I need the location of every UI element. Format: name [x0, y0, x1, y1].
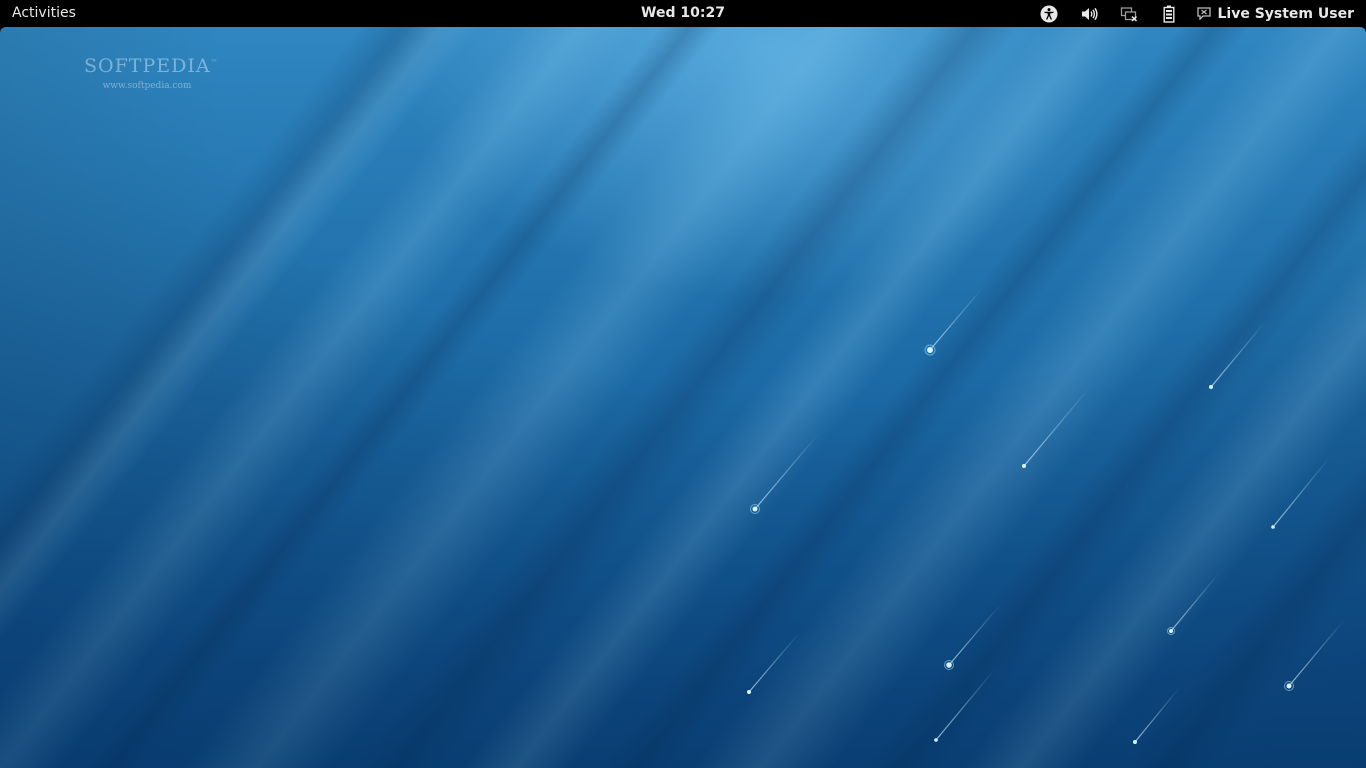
battery-icon	[1163, 5, 1175, 23]
top-bar: Activities Wed 10:27 Live System User	[0, 0, 1366, 27]
network-button[interactable]	[1109, 0, 1149, 27]
activities-button[interactable]: Activities	[4, 0, 84, 27]
wallpaper-art	[0, 27, 1366, 768]
volume-button[interactable]	[1069, 0, 1109, 27]
softpedia-watermark: SOFTPEDIA™ www.softpedia.com	[84, 55, 219, 91]
user-name: Live System User	[1217, 5, 1354, 22]
accessibility-icon	[1040, 5, 1058, 22]
desktop-background[interactable]: SOFTPEDIA™ www.softpedia.com	[0, 27, 1366, 768]
clock-button[interactable]: Wed 10:27	[633, 5, 733, 21]
user-menu-button[interactable]: Live System User	[1189, 0, 1366, 27]
battery-button[interactable]	[1149, 0, 1189, 27]
accessibility-button[interactable]	[1029, 0, 1069, 27]
watermark-title: SOFTPEDIA™	[84, 55, 219, 77]
network-icon	[1121, 6, 1138, 22]
chat-status-icon	[1197, 7, 1212, 20]
volume-icon	[1082, 7, 1099, 20]
watermark-url: www.softpedia.com	[102, 81, 192, 91]
status-area: Live System User	[1029, 0, 1366, 27]
